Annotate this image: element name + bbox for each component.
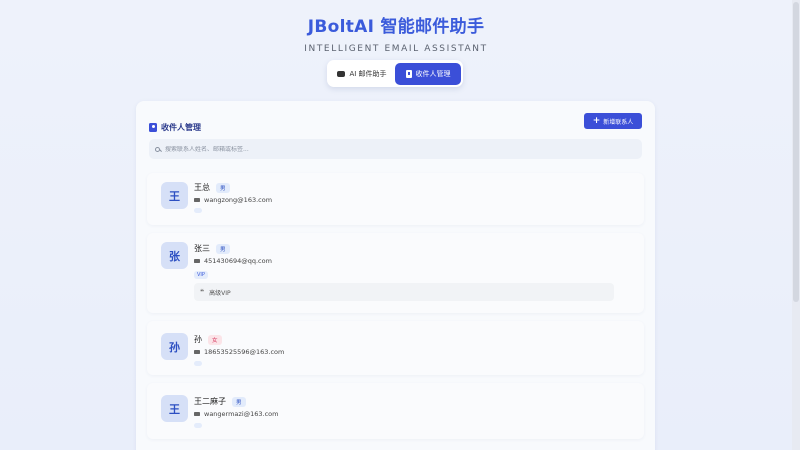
panel-title: 收件人管理 <box>149 122 201 133</box>
ai-assistant-tab-label: AI 邮件助手 <box>349 69 387 78</box>
tag-chip: VIP <box>194 271 208 279</box>
email-row: wangzong@163.com <box>194 196 272 204</box>
mail-icon <box>194 349 200 355</box>
email-row: 18653525596@163.com <box>194 348 284 356</box>
tag-chip <box>194 361 202 366</box>
contact-card[interactable]: 孙 孙 女 18653525596@163.com <box>147 321 644 375</box>
ai-assistant-tab[interactable]: AI 邮件助手 <box>329 63 395 85</box>
email-row: wangermazi@163.com <box>194 410 279 418</box>
app-header: JBoltAI 智能邮件助手 INTELLIGENT EMAIL ASSISTA… <box>0 12 792 54</box>
search-bar <box>149 139 642 159</box>
name-row: 张三 男 <box>194 243 230 254</box>
avatar: 王 <box>161 395 188 422</box>
contact-email: wangermazi@163.com <box>204 410 279 418</box>
contact-name: 孙 <box>194 335 202 344</box>
contact-note: 高级VIP <box>209 289 231 297</box>
search-input[interactable] <box>165 145 625 153</box>
mail-icon <box>194 411 200 417</box>
name-row: 王总 男 <box>194 182 230 193</box>
contact-email: wangzong@163.com <box>204 196 273 204</box>
contact-email: 451430694@qq.com <box>204 257 272 265</box>
avatar: 王 <box>161 182 188 209</box>
name-row: 王二麻子 男 <box>194 396 246 407</box>
contact-card[interactable]: 王 王总 男 wangzong@163.com <box>147 173 644 225</box>
contact-email: 18653525596@163.com <box>204 348 285 356</box>
contact-card[interactable]: 王 王二麻子 男 wangermazi@163.com <box>147 383 644 439</box>
mail-icon <box>194 197 200 203</box>
scrollbar-thumb[interactable] <box>793 2 799 302</box>
contact-card[interactable]: 张 张三 男 451430694@qq.com VIP ❝ 高级VIP <box>147 233 644 313</box>
contacts-tab-label: 收件人管理 <box>415 69 451 78</box>
mail-icon <box>194 258 200 264</box>
plus-icon: + <box>592 115 601 126</box>
contact-name: 王总 <box>194 183 210 192</box>
contact-card-icon <box>149 123 157 132</box>
search-icon <box>155 146 160 152</box>
gender-badge: 男 <box>232 396 246 407</box>
add-contact-button[interactable]: + 新增联系人 <box>584 113 642 129</box>
address-book-icon <box>405 69 412 78</box>
avatar: 孙 <box>161 333 188 360</box>
app-title: JBoltAI 智能邮件助手 <box>307 17 485 37</box>
add-contact-button-label: 新增联系人 <box>603 118 634 126</box>
email-row: 451430694@qq.com <box>194 257 272 265</box>
tag-chip <box>194 208 202 213</box>
contact-name: 王二麻子 <box>194 397 226 406</box>
contact-name: 张三 <box>194 244 210 253</box>
robot-icon <box>337 70 346 77</box>
tag-chip <box>194 423 202 428</box>
contacts-tab[interactable]: 收件人管理 <box>395 62 461 85</box>
gender-badge: 男 <box>216 182 230 193</box>
note-box: ❝ 高级VIP <box>194 283 614 301</box>
avatar: 张 <box>161 242 188 269</box>
panel-title-label: 收件人管理 <box>161 123 201 132</box>
name-row: 孙 女 <box>194 334 222 345</box>
contacts-panel: 收件人管理 + 新增联系人 王 王总 男 wangzong@163.com 张 … <box>136 101 655 450</box>
gender-badge: 女 <box>208 334 222 345</box>
mode-switch: AI 邮件助手 收件人管理 <box>327 60 463 87</box>
quote-icon: ❝ <box>200 288 205 296</box>
app-subtitle: INTELLIGENT EMAIL ASSISTANT <box>304 44 488 54</box>
gender-badge: 男 <box>216 243 230 254</box>
page-scrollbar[interactable] <box>792 0 800 450</box>
